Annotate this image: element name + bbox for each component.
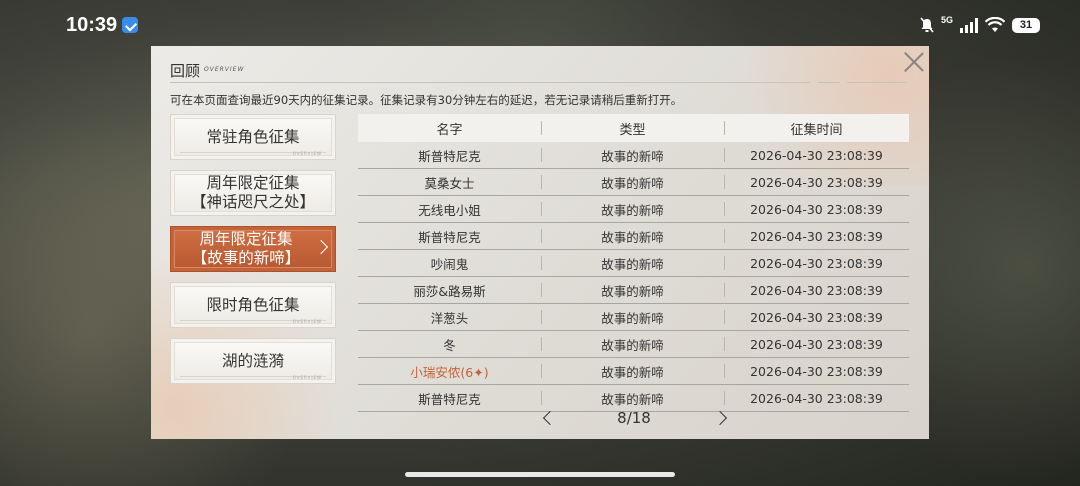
cell-name: 丽莎&路易斯 [413, 283, 486, 299]
cell-name: 斯普特尼克 [418, 229, 481, 245]
cell-time: 2026-04-30 23:08:39 [724, 175, 909, 190]
status-icons: 5G 31 [920, 14, 1040, 36]
cell-time: 2026-04-30 23:08:39 [724, 283, 909, 298]
chevron-right-icon[interactable] [712, 410, 728, 426]
cell-type: 故事的新啼 [541, 254, 724, 273]
table-row: 斯普特尼克 故事的新啼 2026-04-30 23:08:39 [358, 142, 909, 169]
divider [818, 82, 840, 83]
panel-title: 回顾 [170, 62, 201, 80]
cell-type: 故事的新啼 [541, 335, 724, 354]
cell-time: 2026-04-30 23:08:39 [724, 391, 909, 406]
table-row: 小瑞安侬(6✦) 故事的新啼 2026-04-30 23:08:39 [358, 358, 909, 385]
table-row: 无线电小姐 故事的新啼 2026-04-30 23:08:39 [358, 196, 909, 223]
cell-time: 2026-04-30 23:08:39 [724, 202, 909, 217]
sidebar-item-label: 湖的涟漪 [221, 351, 284, 370]
app-notification-icon [122, 17, 138, 33]
cell-name: 斯普特尼克 [418, 391, 481, 407]
sidebar-item-standard[interactable]: OVERVIEW 常驻角色征集 [170, 114, 336, 160]
chevron-left-icon[interactable] [542, 410, 558, 426]
panel-title-en: OVERVIEW [204, 66, 245, 73]
divider [170, 82, 810, 83]
sidebar-item-lake-ripples[interactable]: OVERVIEW 湖的涟漪 [170, 338, 336, 384]
wifi-icon [985, 17, 1005, 32]
cell-name: 冬 [443, 337, 456, 353]
cell-time: 2026-04-30 23:08:39 [724, 364, 909, 379]
page-indicator: 8/18 [617, 409, 651, 427]
divider [847, 82, 907, 83]
header-time: 征集时间 [724, 119, 909, 138]
sidebar-item-anniversary-myth[interactable]: 周年限定征集 【神话咫尺之处】 [170, 170, 336, 216]
mute-bell-icon [920, 17, 934, 33]
cell-type: 故事的新啼 [541, 200, 724, 219]
cell-time: 2026-04-30 23:08:39 [724, 229, 909, 244]
signal-icon [960, 17, 978, 33]
table-row: 冬 故事的新啼 2026-04-30 23:08:39 [358, 331, 909, 358]
cell-name: 洋葱头 [430, 310, 469, 326]
sidebar-item-label: 周年限定征集 【故事的新啼】 [191, 230, 301, 267]
network-label: 5G [940, 15, 953, 25]
sidebar-item-label: 周年限定征集 【神话咫尺之处】 [190, 174, 315, 211]
cell-type: 故事的新啼 [541, 146, 724, 165]
table-body: 斯普特尼克 故事的新啼 2026-04-30 23:08:39 莫桑女士 故事的新啼 20… [358, 142, 909, 412]
cell-type: 故事的新啼 [541, 227, 724, 246]
header-type: 类型 [541, 119, 724, 138]
table-row: 丽莎&路易斯 故事的新啼 2026-04-30 23:08:39 [358, 277, 909, 304]
table-row: 洋葱头 故事的新啼 2026-04-30 23:08:39 [358, 304, 909, 331]
battery-icon: 31 [1012, 17, 1040, 33]
cell-time: 2026-04-30 23:08:39 [724, 337, 909, 352]
sidebar-item-anniversary-story[interactable]: 周年限定征集 【故事的新啼】 [170, 226, 336, 272]
cell-time: 2026-04-30 23:08:39 [724, 310, 909, 325]
table-row: 斯普特尼克 故事的新啼 2026-04-30 23:08:39 [358, 223, 909, 250]
cell-type: 故事的新啼 [541, 308, 724, 327]
close-button[interactable] [903, 51, 925, 73]
table-row: 莫桑女士 故事的新啼 2026-04-30 23:08:39 [358, 169, 909, 196]
notice-text: 可在本页面查询最近90天内的征集记录。征集记录有30分钟左右的延迟，若无记录请稍… [170, 93, 683, 107]
sidebar-item-label: 常驻角色征集 [206, 127, 300, 146]
cell-name: 莫桑女士 [424, 175, 475, 191]
table-header: 名字 类型 征集时间 [358, 114, 909, 142]
cell-name: 小瑞安侬(6✦) [410, 364, 489, 380]
cell-time: 2026-04-30 23:08:39 [724, 256, 909, 271]
cell-name: 吵闹鬼 [430, 256, 469, 272]
pool-sidebar: OVERVIEW 常驻角色征集 周年限定征集 【神话咫尺之处】 周年限定征集 【… [170, 114, 336, 394]
cell-time: 2026-04-30 23:08:39 [724, 148, 909, 163]
cell-type: 故事的新啼 [541, 281, 724, 300]
header-name: 名字 [436, 122, 463, 138]
table-row: 吵闹鬼 故事的新啼 2026-04-30 23:08:39 [358, 250, 909, 277]
cell-name: 无线电小姐 [418, 202, 481, 218]
status-bar: 10:39 5G 31 [0, 0, 1080, 46]
cell-type: 故事的新啼 [541, 362, 724, 381]
pagination: 8/18 [358, 408, 909, 432]
cell-type: 故事的新啼 [541, 389, 724, 408]
records-table: 名字 类型 征集时间 斯普特尼克 故事的新啼 2026-04-30 23:08:39… [358, 114, 909, 412]
cell-name: 斯普特尼克 [418, 148, 481, 164]
sidebar-item-label: 限时角色征集 [206, 295, 300, 314]
cell-type: 故事的新啼 [541, 173, 724, 192]
overview-panel: 回顾 OVERVIEW 可在本页面查询最近90天内的征集记录。征集记录有30分钟… [151, 46, 929, 439]
home-indicator[interactable] [405, 472, 675, 477]
sidebar-item-limited[interactable]: OVERVIEW 限时角色征集 [170, 282, 336, 328]
clock: 10:39 [66, 14, 118, 36]
